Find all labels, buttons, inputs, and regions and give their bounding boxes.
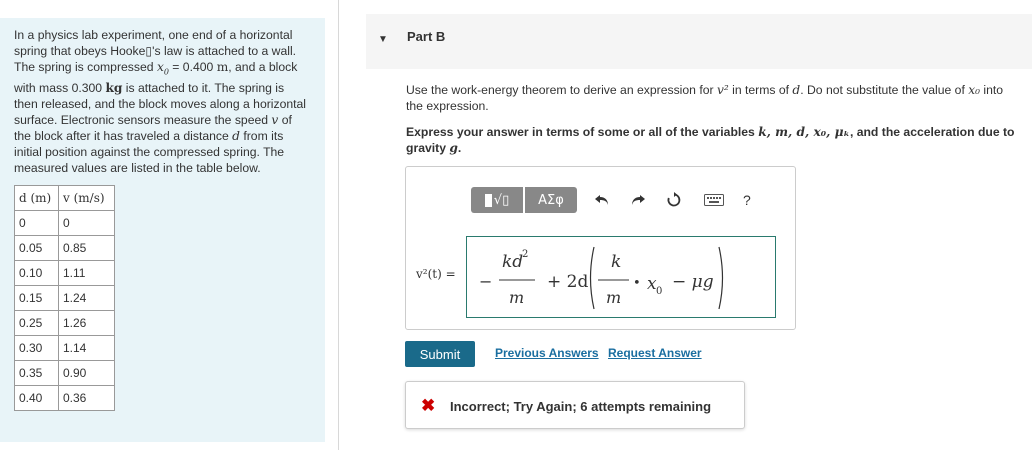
cell-v: 0.36 <box>58 385 115 411</box>
cell-v: 0 <box>58 210 115 236</box>
expr-tail: − μg <box>672 272 714 292</box>
templates-button[interactable]: √▯ <box>471 187 523 213</box>
cell-d: 0.25 <box>14 310 59 336</box>
expr-plus-2d: + 2d <box>547 272 588 292</box>
table-row: 0.35 0.90 <box>14 360 115 386</box>
instruction-text: Use the work-energy theorem to derive an… <box>406 83 1004 113</box>
cell-d: 0.10 <box>14 260 59 286</box>
keyboard-icon[interactable] <box>703 189 725 211</box>
submit-button[interactable]: Submit <box>405 341 475 367</box>
table-row: 0.10 1.11 <box>14 260 115 286</box>
expr-num1: kd <box>502 252 523 272</box>
request-answer-link[interactable]: Request Answer <box>608 346 702 360</box>
expr-bullet: • <box>633 276 641 291</box>
answer-box: √▯ ΑΣφ ? v²(t) = − kd 2 m + 2d k m • x 0… <box>405 166 796 330</box>
undo-icon[interactable] <box>591 189 613 211</box>
unit-m: m <box>216 60 229 74</box>
expr-den1: m <box>509 288 524 307</box>
data-table: d (m) v (m/s) 00 0.05 0.85 0.10 1.11 0.15 1… <box>14 185 115 411</box>
column-header-d: d (m) <box>14 185 59 211</box>
table-row: 0.25 1.26 <box>14 310 115 336</box>
answer-expression: − kd 2 m + 2d k m • x 0 − μg <box>479 246 724 310</box>
expr-num2: k <box>611 252 621 272</box>
greek-symbols-button[interactable]: ΑΣφ <box>525 187 577 213</box>
table-header-row: d (m) v (m/s) <box>14 185 115 211</box>
cell-v: 1.24 <box>58 285 115 311</box>
problem-statement: In a physics lab experiment, one end of … <box>14 27 311 176</box>
cell-v: 0.85 <box>58 235 115 261</box>
table-row: 0.05 0.85 <box>14 235 115 261</box>
cell-v: 1.14 <box>58 335 115 361</box>
d-symbol: d <box>232 129 240 144</box>
answer-format-text: Express your answer in terms of some or … <box>406 125 1015 155</box>
cell-d: 0.35 <box>14 360 59 386</box>
previous-answers-link[interactable]: Previous Answers <box>495 346 599 360</box>
cell-d: 0.05 <box>14 235 59 261</box>
help-icon[interactable]: ? <box>743 192 751 208</box>
panel-divider <box>338 0 339 450</box>
table-row: 0.30 1.14 <box>14 335 115 361</box>
expr-num1-exp: 2 <box>522 249 528 260</box>
cell-v: 0.90 <box>58 360 115 386</box>
math-toolbar: √▯ ΑΣφ ? <box>471 186 751 214</box>
cell-d: 0.40 <box>14 385 59 411</box>
reset-icon[interactable] <box>663 189 685 211</box>
redo-icon[interactable] <box>627 189 649 211</box>
table-row: 00 <box>14 210 115 236</box>
part-b-header[interactable]: ▼ Part B <box>366 14 1032 69</box>
x0-symbol: x0 <box>156 60 169 77</box>
table-row: 0.40 0.36 <box>14 385 115 411</box>
unit-kg: kg <box>105 81 123 96</box>
cell-d: 0.15 <box>14 285 59 311</box>
cell-d: 0.30 <box>14 335 59 361</box>
answer-input[interactable]: − kd 2 m + 2d k m • x 0 − μg <box>466 236 776 318</box>
equation-lhs: v²(t) = <box>416 267 456 281</box>
template-square-icon <box>484 193 492 207</box>
expr-x-sub: 0 <box>656 286 662 297</box>
feedback-text: Incorrect; Try Again; 6 attempts remaini… <box>450 399 712 414</box>
problem-text-2: = 0.400 <box>168 60 217 74</box>
part-title: Part B <box>407 29 446 44</box>
column-header-v: v (m/s) <box>58 185 115 211</box>
cell-v: 1.26 <box>58 310 115 336</box>
x-icon: ✖ <box>421 396 436 415</box>
cell-v: 1.11 <box>58 260 115 286</box>
cell-d: 0 <box>14 210 59 236</box>
expr-minus: − <box>479 272 492 291</box>
expr-den2: m <box>606 288 621 307</box>
table-row: 0.15 1.24 <box>14 285 115 311</box>
triangle-down-icon[interactable]: ▼ <box>378 34 388 45</box>
feedback-box: ✖ Incorrect; Try Again; 6 attempts remai… <box>405 381 745 429</box>
